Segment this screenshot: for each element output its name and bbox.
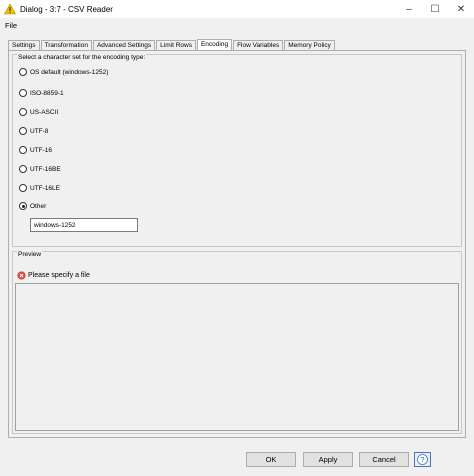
radio-row-us-ascii[interactable]: US-ASCII (19, 107, 58, 117)
radio-iso-8859-1[interactable] (19, 89, 27, 97)
radio-row-utf-8[interactable]: UTF-8 (19, 126, 48, 136)
apply-button[interactable]: Apply (303, 452, 353, 467)
menu-file[interactable]: File (0, 21, 22, 30)
radio-us-ascii[interactable] (19, 108, 27, 116)
title-bar: Dialog - 3:7 - CSV Reader – ☐ ✕ (0, 0, 474, 18)
radio-row-utf-16be[interactable]: UTF-16BE (19, 164, 61, 174)
radio-label: UTF-16BE (30, 165, 61, 173)
radio-label: OS default (windows-1252) (30, 68, 109, 76)
radio-row-iso-8859-1[interactable]: ISO-8859-1 (19, 88, 64, 98)
radio-utf-16be[interactable] (19, 165, 27, 173)
radio-label: UTF-16 (30, 146, 53, 154)
radio-other[interactable] (19, 202, 27, 210)
maximize-button[interactable]: ☐ (422, 0, 448, 18)
warning-icon (4, 3, 16, 15)
help-icon: ? (417, 454, 428, 465)
radio-label: ISO-8859-1 (30, 89, 64, 97)
preview-group: Preview Please specify a file (12, 251, 462, 434)
error-message: Please specify a file (17, 271, 90, 280)
radio-row-other[interactable]: Other (19, 201, 46, 211)
radio-label: Other (30, 202, 47, 210)
radio-label: UTF-8 (30, 127, 49, 135)
radio-utf-8[interactable] (19, 127, 27, 135)
encoding-group-legend: Select a character set for the encoding … (17, 54, 147, 61)
window-controls: – ☐ ✕ (396, 0, 474, 18)
preview-group-legend: Preview (17, 251, 43, 258)
help-button[interactable]: ? (414, 452, 431, 467)
radio-utf-16[interactable] (19, 146, 27, 154)
minimize-button[interactable]: – (396, 0, 422, 18)
error-icon (17, 271, 26, 280)
encoding-group: Select a character set for the encoding … (12, 54, 462, 247)
radio-os-default[interactable] (19, 68, 27, 76)
radio-label: US-ASCII (30, 108, 59, 116)
radio-label: UTF-16LE (30, 184, 60, 192)
help-glyph: ? (420, 455, 424, 464)
radio-utf-16le[interactable] (19, 184, 27, 192)
close-button[interactable]: ✕ (448, 0, 474, 18)
radio-row-os-default[interactable]: OS default (windows-1252) (19, 67, 108, 77)
ok-button[interactable]: OK (246, 452, 296, 467)
other-encoding-input[interactable] (30, 218, 138, 232)
radio-row-utf-16[interactable]: UTF-16 (19, 145, 52, 155)
window-title: Dialog - 3:7 - CSV Reader (20, 4, 113, 14)
encoding-panel: Select a character set for the encoding … (8, 50, 466, 438)
error-text: Please specify a file (28, 272, 90, 279)
cancel-button[interactable]: Cancel (359, 452, 409, 467)
radio-row-utf-16le[interactable]: UTF-16LE (19, 183, 60, 193)
menu-bar: File (0, 18, 474, 32)
preview-area (15, 283, 459, 431)
